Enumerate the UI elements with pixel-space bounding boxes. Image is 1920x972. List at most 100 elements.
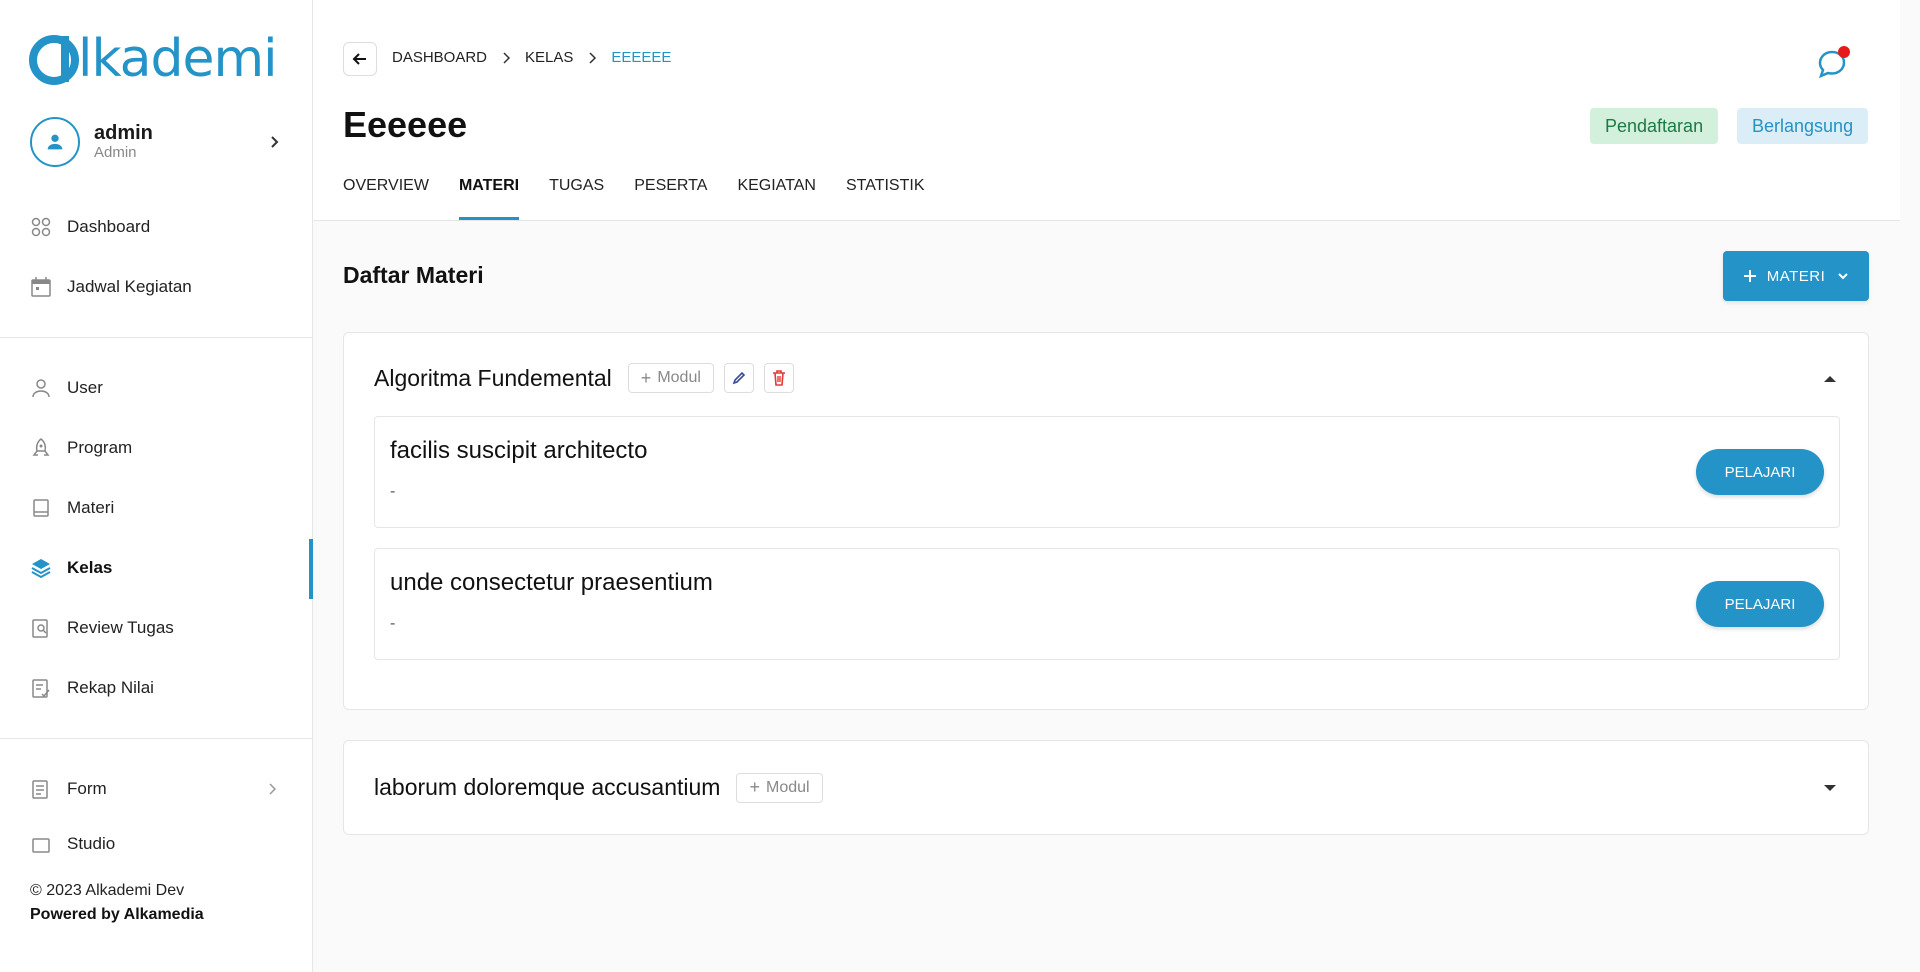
- brand-name: lkademi: [78, 29, 278, 89]
- section-title: Daftar Materi: [343, 262, 484, 288]
- sidebar-item-form[interactable]: Form: [30, 774, 280, 804]
- module-header: Algoritma Fundemental + Modul: [374, 333, 794, 423]
- user-card[interactable]: admin Admin: [30, 116, 282, 168]
- form-icon: [30, 778, 52, 800]
- add-materi-button[interactable]: MATERI: [1723, 251, 1869, 301]
- arrow-left-icon: [352, 53, 366, 65]
- tab-statistik[interactable]: STATISTIK: [846, 168, 925, 221]
- sidebar-item-label: Program: [67, 438, 133, 457]
- review-icon: [30, 617, 52, 639]
- chevron-down-icon: [1838, 273, 1848, 280]
- breadcrumb-current: EEEEEE: [611, 49, 672, 66]
- add-modul-button[interactable]: + Modul: [736, 772, 823, 803]
- avatar: [30, 117, 80, 167]
- add-materi-label: MATERI: [1766, 267, 1826, 285]
- sidebar-item-label: User: [67, 378, 103, 397]
- materi-item-subtitle: -: [390, 615, 396, 632]
- materi-item-subtitle: -: [390, 483, 396, 500]
- module-header: laborum doloremque accusantium + Modul: [374, 741, 823, 834]
- sidebar-divider: [0, 738, 312, 739]
- brand-logo[interactable]: lkademi: [28, 28, 278, 90]
- tab-overview[interactable]: OVERVIEW: [343, 168, 429, 221]
- back-button[interactable]: [343, 42, 377, 76]
- person-icon: [47, 134, 63, 150]
- sidebar-item-program[interactable]: Program: [30, 433, 280, 463]
- breadcrumb-dashboard[interactable]: DASHBOARD: [392, 49, 487, 66]
- collapse-toggle[interactable]: [1822, 371, 1838, 387]
- copyright-text: © 2023 Alkademi Dev: [30, 882, 185, 899]
- sidebar-item-label: Materi: [67, 498, 115, 517]
- rocket-icon: [30, 437, 52, 459]
- sidebar-item-label: Review Tugas: [67, 618, 174, 637]
- sidebar-footer: © 2023 Alkademi Dev Powered by Alkamedia: [30, 879, 204, 927]
- sidebar-item-label: Rekap Nilai: [67, 678, 154, 697]
- edit-module-button[interactable]: [723, 363, 754, 393]
- sidebar-item-materi[interactable]: Materi: [30, 493, 280, 523]
- plus-icon: +: [749, 777, 760, 797]
- caret-down-icon: [1824, 785, 1836, 791]
- plus-icon: [1743, 270, 1756, 282]
- materi-item-title: facilis suscipit architecto: [390, 437, 648, 464]
- user-name: admin: [94, 122, 153, 144]
- page-title: Eeeeee: [343, 104, 468, 145]
- materi-item-title: unde consectetur praesentium: [390, 569, 713, 596]
- chevron-right-icon: [501, 51, 511, 64]
- sidebar-item-kelas[interactable]: Kelas: [30, 553, 280, 583]
- expand-toggle[interactable]: [1822, 780, 1838, 796]
- chevron-right-icon: [587, 51, 597, 64]
- sidebar-item-studio[interactable]: Studio: [30, 834, 280, 854]
- grade-icon: [30, 677, 52, 699]
- plus-icon: +: [640, 367, 652, 388]
- breadcrumb-kelas[interactable]: KELAS: [525, 49, 573, 66]
- pencil-icon: [732, 371, 746, 385]
- sidebar-item-label: Form: [67, 779, 107, 798]
- add-modul-label: Modul: [765, 778, 810, 796]
- materi-item: unde consectetur praesentium - PELAJARI: [374, 548, 1840, 660]
- user-icon: [30, 377, 52, 399]
- tab-peserta[interactable]: PESERTA: [634, 168, 707, 221]
- pelajari-button[interactable]: PELAJARI: [1696, 449, 1824, 495]
- sidebar-item-review-tugas[interactable]: Review Tugas: [30, 613, 280, 643]
- pelajari-button[interactable]: PELAJARI: [1696, 581, 1824, 627]
- book-icon: [30, 497, 52, 519]
- chevron-right-icon: [269, 783, 277, 795]
- sidebar-divider: [0, 337, 312, 338]
- tab-kegiatan[interactable]: KEGIATAN: [737, 168, 816, 221]
- user-role: Admin: [94, 144, 137, 161]
- studio-icon: [30, 834, 52, 854]
- tab-materi[interactable]: MATERI: [458, 168, 520, 221]
- add-modul-button[interactable]: + Modul: [627, 363, 714, 393]
- sidebar-item-dashboard[interactable]: Dashboard: [30, 212, 280, 242]
- sidebar-item-user[interactable]: User: [30, 373, 280, 403]
- page-header: DASHBOARD KELAS EEEEEE Eeeeee Pendaftara…: [313, 0, 1900, 221]
- chat-button[interactable]: [1816, 46, 1850, 80]
- breadcrumb: DASHBOARD KELAS EEEEEE: [392, 49, 671, 66]
- sidebar: lkademi admin Admin Dashboard Jadwal Keg…: [0, 0, 313, 972]
- sidebar-item-label: Kelas: [67, 558, 113, 577]
- dashboard-icon: [30, 216, 52, 238]
- tab-bar: OVERVIEW MATERI TUGAS PESERTA KEGIATAN S…: [343, 168, 955, 221]
- trash-icon: [772, 370, 785, 386]
- chevron-right-icon: [271, 136, 279, 148]
- tab-tugas[interactable]: TUGAS: [549, 168, 604, 221]
- sidebar-item-rekap-nilai[interactable]: Rekap Nilai: [30, 673, 280, 703]
- materi-item: facilis suscipit architecto - PELAJARI: [374, 416, 1840, 528]
- module-title: Algoritma Fundemental: [374, 364, 612, 391]
- calendar-icon: [30, 276, 52, 298]
- status-badge-berlangsung: Berlangsung: [1737, 108, 1869, 144]
- layers-icon: [30, 557, 52, 579]
- module-title: laborum doloremque accusantium: [374, 774, 721, 800]
- add-modul-label: Modul: [657, 369, 701, 386]
- sidebar-item-label: Jadwal Kegiatan: [67, 277, 192, 296]
- notification-dot: [1838, 46, 1850, 58]
- sidebar-item-label: Studio: [67, 834, 116, 853]
- module-card: laborum doloremque accusantium + Modul: [343, 740, 1869, 835]
- sidebar-item-jadwal-kegiatan[interactable]: Jadwal Kegiatan: [30, 272, 280, 302]
- powered-by-text: Powered by Alkamedia: [30, 906, 204, 923]
- sidebar-item-label: Dashboard: [67, 217, 151, 236]
- status-badge-pendaftaran: Pendaftaran: [1590, 108, 1719, 144]
- delete-module-button[interactable]: [763, 363, 794, 393]
- module-card: Algoritma Fundemental + Modul facilis su…: [343, 332, 1869, 710]
- caret-up-icon: [1824, 376, 1836, 382]
- active-indicator: [309, 539, 313, 599]
